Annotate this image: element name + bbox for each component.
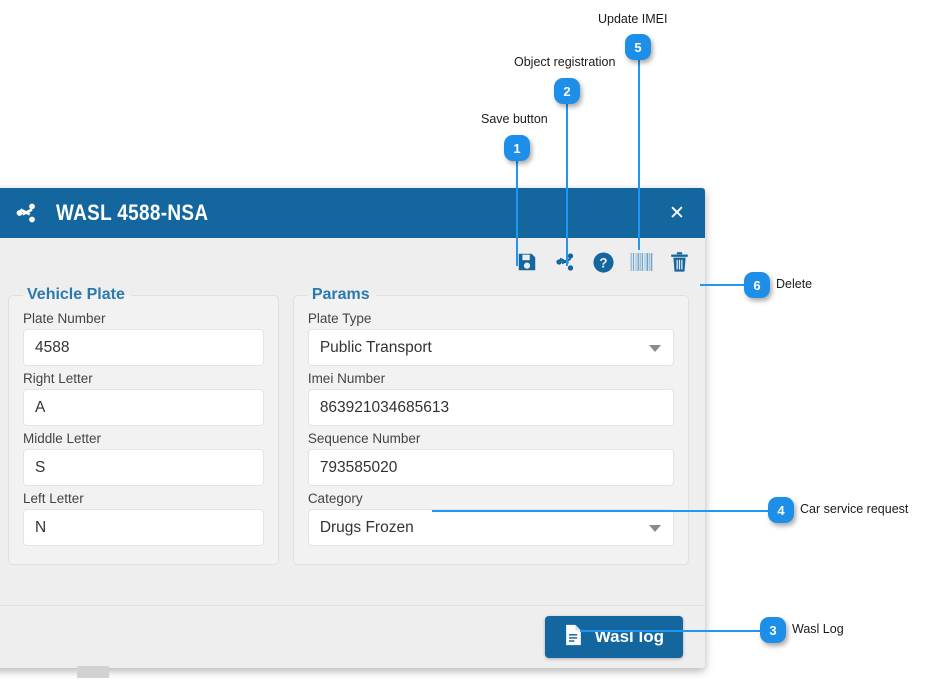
plate-type-select[interactable]: Public Transport (308, 329, 674, 366)
params-legend: Params (308, 286, 376, 304)
callout-line-3 (580, 630, 760, 632)
wasl-dialog: WASL 4588-NSA ✕ ? (0, 188, 705, 668)
chevron-down-icon (649, 345, 661, 352)
params-panel: Params Plate Type Public Transport Imei … (293, 286, 689, 565)
callout-label-5: Update IMEI (598, 12, 667, 26)
callout-line-4 (432, 510, 770, 512)
plate-number-input[interactable]: 4588 (23, 329, 264, 366)
dialog-toolbar: ? (0, 238, 705, 286)
field-sequence-number: Sequence Number 793585020 (308, 431, 674, 486)
share-icon (14, 201, 38, 225)
field-label: Plate Type (308, 311, 674, 326)
left-letter-input[interactable]: N (23, 509, 264, 546)
dialog-titlebar: WASL 4588-NSA ✕ (0, 188, 705, 238)
callout-badge-6: 6 (744, 272, 770, 298)
callout-badge-1: 1 (504, 135, 530, 161)
callout-line-1 (516, 160, 518, 266)
dialog-title: WASL 4588-NSA (56, 200, 208, 226)
help-icon[interactable]: ? (591, 250, 615, 274)
resize-handle[interactable] (77, 666, 109, 678)
close-icon[interactable]: ✕ (649, 188, 705, 238)
callout-badge-4: 4 (768, 497, 794, 523)
vehicle-plate-panel: Vehicle Plate Plate Number 4588 Right Le… (8, 286, 279, 565)
field-plate-number: Plate Number 4588 (23, 311, 264, 366)
field-right-letter: Right Letter A (23, 371, 264, 426)
callout-line-6 (700, 284, 746, 286)
callout-label-2: Object registration (514, 55, 615, 69)
chevron-down-icon (649, 525, 661, 532)
callout-line-2 (566, 103, 568, 266)
category-value: Drugs Frozen (320, 519, 414, 537)
field-label: Left Letter (23, 491, 264, 506)
middle-letter-input[interactable]: S (23, 449, 264, 486)
vehicle-plate-legend: Vehicle Plate (23, 286, 131, 304)
field-label: Right Letter (23, 371, 264, 386)
share-icon[interactable] (553, 250, 577, 274)
callout-label-4: Car service request (800, 502, 908, 516)
document-icon (564, 624, 583, 651)
callout-line-5 (638, 60, 640, 250)
right-letter-input[interactable]: A (23, 389, 264, 426)
field-imei-number: Imei Number 863921034685613 (308, 371, 674, 426)
field-label: Middle Letter (23, 431, 264, 446)
wasl-log-button[interactable]: Wasl log (545, 616, 683, 658)
callout-badge-3: 3 (760, 617, 786, 643)
delete-icon[interactable] (667, 250, 691, 274)
dialog-footer: Wasl log (0, 605, 705, 668)
field-label: Sequence Number (308, 431, 674, 446)
callout-label-3: Wasl Log (792, 622, 844, 636)
plate-type-value: Public Transport (320, 339, 432, 357)
field-label: Category (308, 491, 674, 506)
callout-label-6: Delete (776, 277, 812, 291)
barcode-icon[interactable] (629, 250, 653, 274)
field-plate-type: Plate Type Public Transport (308, 311, 674, 366)
field-label: Imei Number (308, 371, 674, 386)
callout-badge-2: 2 (554, 78, 580, 104)
callout-badge-5: 5 (625, 34, 651, 60)
callout-label-1: Save button (481, 112, 548, 126)
save-icon[interactable] (515, 250, 539, 274)
svg-text:?: ? (599, 255, 607, 270)
dialog-body: Vehicle Plate Plate Number 4588 Right Le… (0, 286, 705, 605)
field-label: Plate Number (23, 311, 264, 326)
field-category: Category Drugs Frozen (308, 491, 674, 546)
sequence-number-input[interactable]: 793585020 (308, 449, 674, 486)
imei-number-input[interactable]: 863921034685613 (308, 389, 674, 426)
field-middle-letter: Middle Letter S (23, 431, 264, 486)
category-select[interactable]: Drugs Frozen (308, 509, 674, 546)
field-left-letter: Left Letter N (23, 491, 264, 546)
